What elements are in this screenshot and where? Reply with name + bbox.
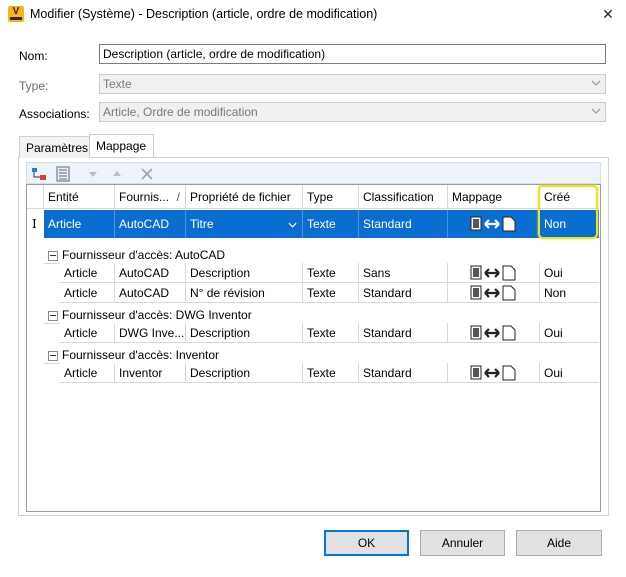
collapse-icon[interactable] bbox=[48, 310, 58, 321]
cell-created[interactable]: Oui bbox=[540, 363, 599, 383]
type-value: Texte bbox=[103, 77, 132, 91]
vault-app-icon: V bbox=[8, 6, 24, 22]
chevron-down-icon bbox=[288, 222, 297, 228]
close-button[interactable]: ✕ bbox=[596, 4, 620, 24]
window-title: Modifier (Système) - Description (articl… bbox=[30, 7, 378, 21]
cancel-button[interactable]: Annuler bbox=[420, 530, 505, 556]
mapping-toolbar bbox=[26, 162, 601, 184]
associations-value: Article, Ordre de modification bbox=[103, 105, 258, 119]
move-up-icon[interactable] bbox=[109, 166, 125, 182]
cell-classification[interactable]: Standard bbox=[359, 363, 448, 383]
cell-type[interactable]: Texte bbox=[303, 263, 359, 283]
tab-parametres[interactable]: Paramètres bbox=[19, 136, 90, 158]
cell-created[interactable]: Non bbox=[540, 283, 599, 303]
properties-icon[interactable] bbox=[55, 166, 71, 182]
help-button[interactable]: Aide bbox=[516, 530, 602, 556]
ok-button[interactable]: OK bbox=[324, 530, 409, 556]
row-header-corner bbox=[27, 185, 44, 209]
cell-type[interactable]: Texte bbox=[303, 323, 359, 343]
sort-indicator-icon: / bbox=[176, 190, 180, 204]
cell-classification[interactable]: Standard bbox=[359, 283, 448, 303]
group-header-inventor[interactable]: Fournisseur d'accès: Inventor bbox=[44, 345, 599, 364]
column-header-mapping[interactable]: Mappage bbox=[448, 185, 540, 209]
associations-label: Associations: bbox=[19, 107, 90, 121]
cell-type[interactable]: Texte bbox=[303, 283, 359, 303]
collapse-icon[interactable] bbox=[48, 350, 58, 361]
cell-property[interactable]: N° de révision bbox=[186, 283, 303, 303]
column-header-classification[interactable]: Classification bbox=[359, 185, 448, 209]
type-label: Type: bbox=[19, 79, 49, 93]
collapse-icon[interactable] bbox=[48, 250, 58, 261]
cell-provider[interactable]: AutoCAD bbox=[115, 283, 186, 303]
bidirectional-mapping-icon bbox=[470, 285, 516, 301]
group-header-autocad[interactable]: Fournisseur d'accès: AutoCAD bbox=[44, 245, 599, 264]
name-input[interactable]: Description (article, ordre de modificat… bbox=[99, 44, 606, 64]
selected-cell-property-dropdown[interactable]: Titre bbox=[186, 210, 303, 238]
selected-cell-provider[interactable]: AutoCAD bbox=[115, 210, 186, 238]
tab-mappage[interactable]: Mappage bbox=[89, 134, 154, 157]
cell-property[interactable]: Description bbox=[186, 263, 303, 283]
column-header-type[interactable]: Type bbox=[303, 185, 359, 209]
associations-dropdown[interactable]: Article, Ordre de modification bbox=[99, 102, 606, 122]
cell-property[interactable]: Description bbox=[186, 323, 303, 343]
column-header-file-property[interactable]: Propriété de fichier bbox=[186, 185, 303, 209]
cell-created[interactable]: Oui bbox=[540, 323, 599, 343]
cell-provider[interactable]: Inventor bbox=[115, 363, 186, 383]
cell-type[interactable]: Texte bbox=[303, 363, 359, 383]
cell-created[interactable]: Oui bbox=[540, 263, 599, 283]
delete-icon[interactable] bbox=[139, 166, 155, 182]
move-down-icon[interactable] bbox=[85, 166, 101, 182]
created-column-highlight bbox=[538, 185, 598, 239]
bidirectional-mapping-icon bbox=[470, 365, 516, 381]
chevron-down-icon bbox=[591, 108, 601, 114]
selected-cell-classification[interactable]: Standard bbox=[359, 210, 448, 238]
group-header-dwg-inventor[interactable]: Fournisseur d'accès: DWG Inventor bbox=[44, 305, 599, 324]
cell-mapping[interactable] bbox=[448, 283, 540, 303]
cell-provider[interactable]: AutoCAD bbox=[115, 263, 186, 283]
cell-mapping[interactable] bbox=[448, 323, 540, 343]
text-cursor-icon: I bbox=[32, 217, 37, 231]
cell-classification[interactable]: Sans bbox=[359, 263, 448, 283]
cell-entity[interactable]: Article bbox=[60, 323, 115, 343]
column-header-entity[interactable]: Entité bbox=[44, 185, 115, 209]
cell-entity[interactable]: Article bbox=[60, 283, 115, 303]
bidirectional-mapping-icon bbox=[470, 216, 516, 232]
row-selector[interactable]: I bbox=[27, 210, 45, 238]
cell-entity[interactable]: Article bbox=[60, 363, 115, 383]
selected-cell-type[interactable]: Texte bbox=[303, 210, 359, 238]
bidirectional-mapping-icon bbox=[470, 265, 516, 281]
close-icon: ✕ bbox=[602, 6, 614, 22]
bidirectional-mapping-icon bbox=[470, 325, 516, 341]
add-mapping-icon[interactable] bbox=[31, 166, 47, 182]
cell-property[interactable]: Description bbox=[186, 363, 303, 383]
cell-classification[interactable]: Standard bbox=[359, 323, 448, 343]
cell-mapping[interactable] bbox=[448, 263, 540, 283]
type-dropdown[interactable]: Texte bbox=[99, 74, 606, 94]
selected-cell-entity[interactable]: Article bbox=[44, 210, 115, 238]
name-label: Nom: bbox=[19, 49, 48, 63]
selected-cell-mapping[interactable] bbox=[448, 210, 540, 238]
cell-provider[interactable]: DWG Inve... bbox=[115, 323, 186, 343]
chevron-down-icon bbox=[591, 80, 601, 86]
cell-entity[interactable]: Article bbox=[60, 263, 115, 283]
cell-mapping[interactable] bbox=[448, 363, 540, 383]
column-header-provider[interactable]: Fournis... / bbox=[115, 185, 186, 209]
